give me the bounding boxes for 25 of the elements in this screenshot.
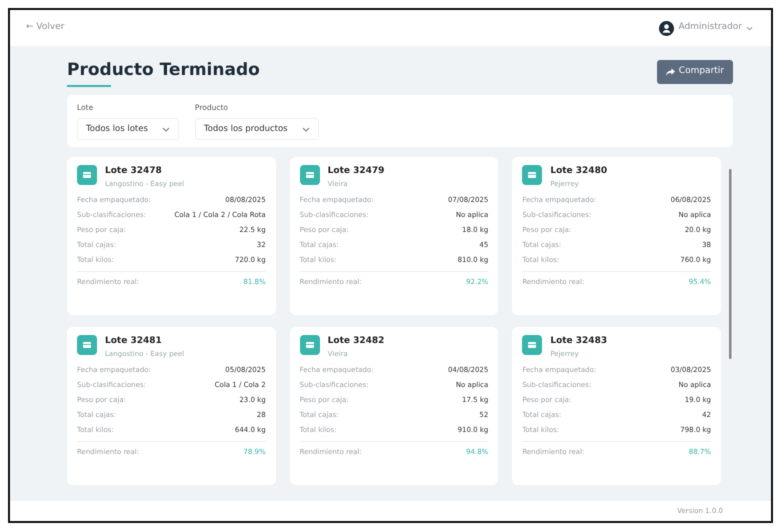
box-icon	[522, 165, 542, 186]
box-icon	[522, 335, 542, 356]
page-title: Producto Terminado	[67, 60, 260, 80]
lot-title: Lote 32478	[105, 165, 163, 178]
share-button[interactable]: Compartir	[656, 60, 733, 84]
user-name: Administrador	[678, 21, 742, 34]
back-link[interactable]: ← Volver	[26, 21, 64, 35]
box-icon	[300, 335, 320, 356]
box-icon	[77, 335, 97, 356]
title-underline	[67, 85, 111, 88]
lot-title: Lote 32479	[328, 165, 384, 178]
filter-select[interactable]: Todos los productos	[194, 118, 319, 140]
lot-title: Lote 32480	[550, 165, 608, 178]
user-menu[interactable]: Administrador	[659, 20, 753, 36]
box-icon	[77, 165, 97, 186]
chevron-icon	[302, 126, 310, 132]
chevron-icon	[746, 26, 753, 30]
chevron-icon	[162, 126, 170, 132]
lot-title: Lote 32481	[105, 335, 163, 348]
lot-title: Lote 32482	[328, 335, 384, 348]
lot-title: Lote 32483	[550, 335, 608, 348]
box-icon	[300, 165, 320, 186]
user-icon	[659, 20, 674, 36]
share-icon	[666, 68, 675, 76]
filter-select[interactable]: Todos los lotes	[77, 118, 179, 140]
